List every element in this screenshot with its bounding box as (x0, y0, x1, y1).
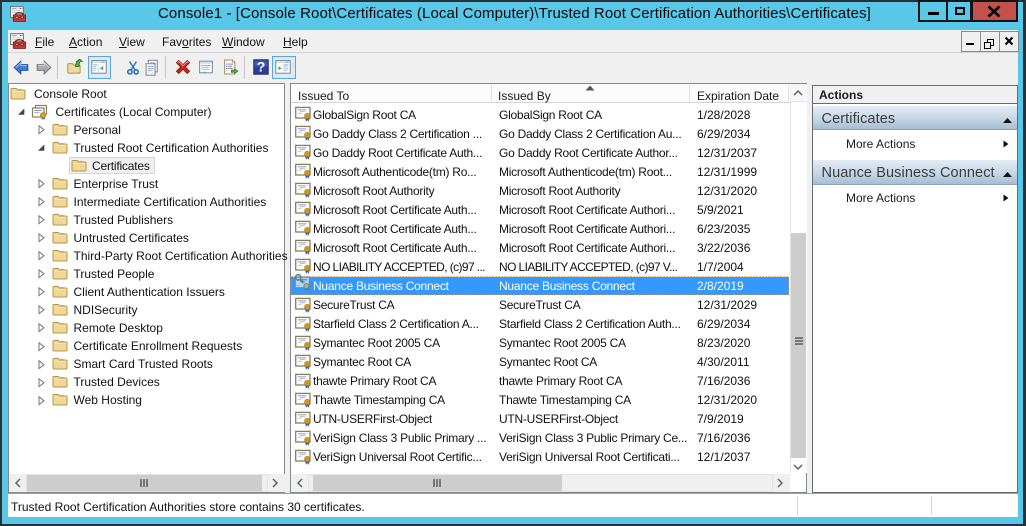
svg-text:?: ? (257, 59, 266, 75)
